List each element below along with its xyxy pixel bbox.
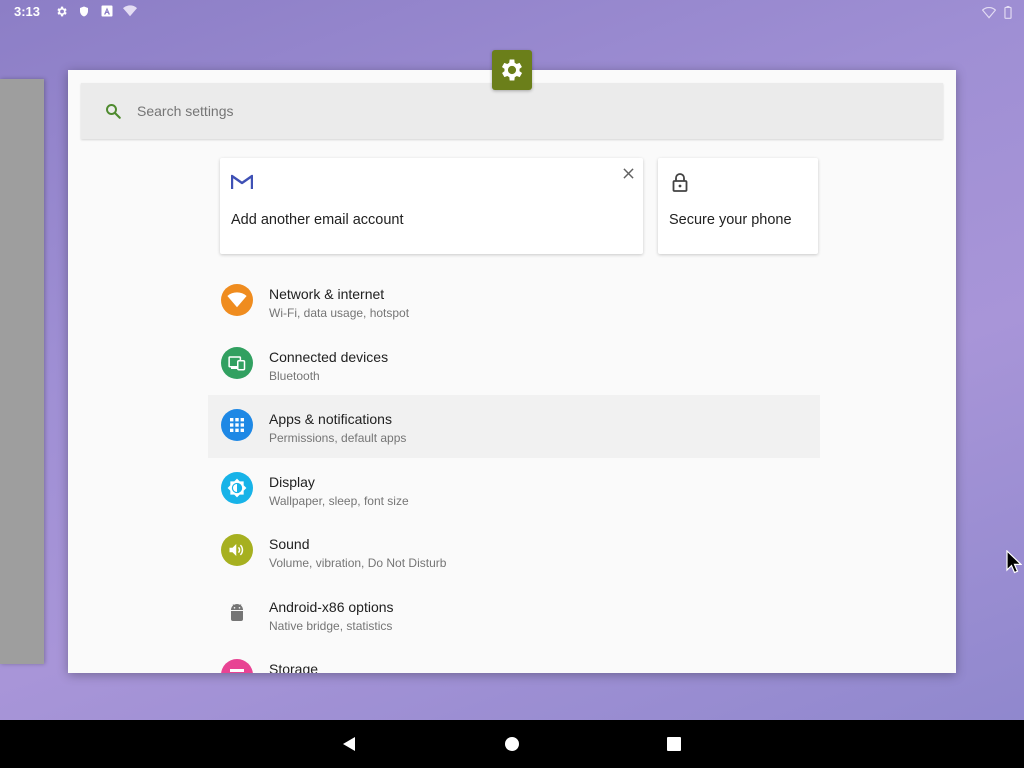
settings-item-display[interactable]: Display Wallpaper, sleep, font size [208, 458, 820, 521]
lock-icon [669, 171, 691, 193]
status-bar: 3:13 [0, 0, 1024, 24]
settings-item-subtitle: Bluetooth [269, 368, 320, 383]
storage-icon [221, 659, 253, 673]
back-icon[interactable] [339, 734, 359, 754]
background-window[interactable] [0, 79, 44, 664]
search-bar[interactable]: Search settings [81, 83, 943, 139]
wifi-icon [221, 284, 253, 316]
android-icon [221, 597, 253, 629]
settings-item-storage[interactable]: Storage [208, 645, 820, 673]
settings-window: Search settings Add another email accoun… [68, 70, 956, 673]
settings-item-subtitle: Native bridge, statistics [269, 618, 393, 633]
settings-item-apps[interactable]: Apps & notifications Permissions, defaul… [208, 395, 820, 458]
gmail-icon [231, 171, 253, 193]
battery-icon [1004, 4, 1012, 23]
settings-item-connected-devices[interactable]: Connected devices Bluetooth [208, 333, 820, 396]
wifi-off-icon [123, 4, 137, 18]
settings-item-title: Network & internet [269, 286, 385, 302]
settings-item-title: Android-x86 options [269, 598, 394, 615]
settings-item-network[interactable]: Network & internet Wi‑Fi, data usage, ho… [208, 270, 820, 333]
home-icon[interactable] [502, 734, 522, 754]
shield-icon [77, 4, 91, 18]
status-system-icons [981, 4, 1012, 23]
close-icon[interactable] [621, 166, 635, 180]
settings-item-subtitle: Volume, vibration, Do Not Disturb [269, 556, 447, 570]
navigation-bar [0, 720, 1024, 768]
apps-grid-icon [221, 409, 253, 441]
a-icon [100, 4, 114, 18]
status-notification-icons [54, 4, 137, 18]
volume-icon [221, 534, 253, 566]
settings-item-subtitle: Permissions, default apps [269, 431, 407, 445]
suggestion-label: Add another email account [231, 212, 404, 228]
suggestion-card-secure[interactable]: Secure your phone [658, 158, 818, 254]
settings-item-subtitle: Wi‑Fi, data usage, hotspot [269, 306, 410, 320]
suggestion-card-email[interactable]: Add another email account [220, 158, 643, 254]
wifi-icon [981, 4, 997, 23]
settings-item-title: Connected devices [269, 348, 389, 365]
settings-item-title: Sound [269, 536, 310, 552]
devices-icon [221, 346, 253, 379]
settings-item-title: Storage [269, 661, 319, 673]
brightness-icon [221, 471, 253, 504]
settings-item-subtitle: Wallpaper, sleep, font size [269, 493, 409, 508]
settings-item-sound[interactable]: Sound Volume, vibration, Do Not Disturb [208, 520, 820, 583]
search-input[interactable]: Search settings [137, 103, 234, 119]
suggestion-label: Secure your phone [669, 212, 792, 228]
search-icon [103, 101, 123, 121]
mouse-cursor-icon [1006, 550, 1022, 574]
settings-item-android-x86[interactable]: Android-x86 options Native bridge, stati… [208, 583, 820, 646]
settings-item-title: Apps & notifications [269, 411, 392, 427]
settings-app-icon[interactable] [492, 50, 532, 90]
recents-icon[interactable] [664, 734, 684, 754]
status-time: 3:13 [14, 4, 41, 19]
settings-gear-icon [54, 4, 68, 18]
settings-list: Network & internet Wi‑Fi, data usage, ho… [208, 270, 820, 673]
settings-item-title: Display [269, 473, 315, 490]
